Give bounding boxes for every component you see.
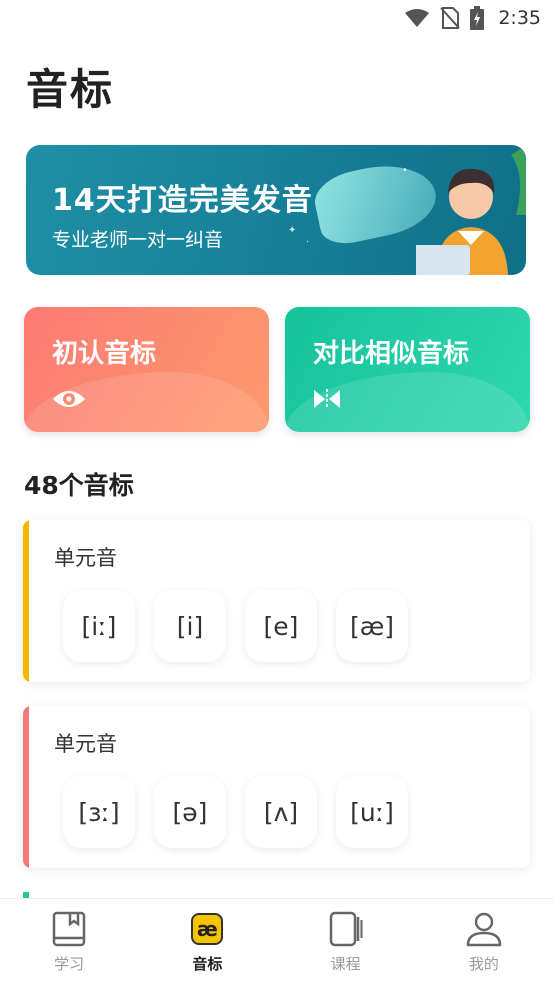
promo-banner[interactable]: ✦ · • 14天打造完美发音 专业老师一对一纠音 — [26, 145, 526, 275]
group-title: 单元音 — [54, 546, 117, 570]
phoneme-button[interactable]: [ɜː] — [63, 776, 135, 848]
compare-phonetics-card[interactable]: 对比相似音标 — [285, 307, 530, 432]
book-icon — [52, 911, 86, 947]
phoneme-button[interactable]: [iː] — [63, 590, 135, 662]
phoneme-group: 单元音 [iː] [i] [e] [æ] — [23, 520, 530, 682]
group-accent-bar — [23, 520, 29, 682]
nav-item-phonetics[interactable]: æ 音标 — [138, 899, 276, 984]
compare-icon — [314, 389, 340, 409]
wifi-icon — [405, 9, 430, 27]
banner-title: 14天打造完美发音 — [52, 183, 313, 218]
nav-label: 课程 — [330, 955, 361, 973]
phoneme-group: 单元音 [ɜː] [ə] [ʌ] [uː] — [23, 706, 530, 868]
group-accent-bar — [23, 706, 29, 868]
compare-phonetics-label: 对比相似音标 — [313, 339, 470, 369]
phoneme-button[interactable]: [ʌ] — [245, 776, 317, 848]
section-title: 48个音标 — [24, 471, 134, 500]
page-title: 音标 — [26, 65, 115, 114]
group-title: 单元音 — [54, 732, 117, 756]
profile-icon — [466, 912, 502, 947]
learn-phonetics-label: 初认音标 — [52, 339, 157, 369]
nav-label: 音标 — [192, 955, 223, 973]
nav-item-courses[interactable]: 课程 — [277, 899, 415, 984]
course-icon — [329, 911, 363, 947]
phoneme-button[interactable]: [e] — [245, 590, 317, 662]
nav-item-study[interactable]: 学习 — [0, 899, 138, 984]
banner-subtitle: 专业老师一对一纠音 — [52, 229, 224, 251]
phoneme-button[interactable]: [æ] — [336, 590, 408, 662]
phoneme-button[interactable]: [ə] — [154, 776, 226, 848]
learn-phonetics-card[interactable]: 初认音标 — [24, 307, 269, 432]
battery-charging-icon — [470, 6, 485, 30]
teacher-illustration — [416, 145, 526, 275]
bottom-nav: 学习 æ 音标 课程 我的 — [0, 898, 553, 984]
ae-icon: æ — [191, 913, 224, 945]
no-sim-icon — [440, 7, 461, 29]
phoneme-button[interactable]: [uː] — [336, 776, 408, 848]
nav-item-profile[interactable]: 我的 — [415, 899, 553, 984]
nav-label: 我的 — [468, 955, 499, 973]
phoneme-button[interactable]: [i] — [154, 590, 226, 662]
eye-icon — [53, 391, 85, 407]
nav-label: 学习 — [54, 955, 85, 973]
status-bar: 2:35 — [0, 0, 553, 36]
status-time: 2:35 — [498, 7, 541, 29]
